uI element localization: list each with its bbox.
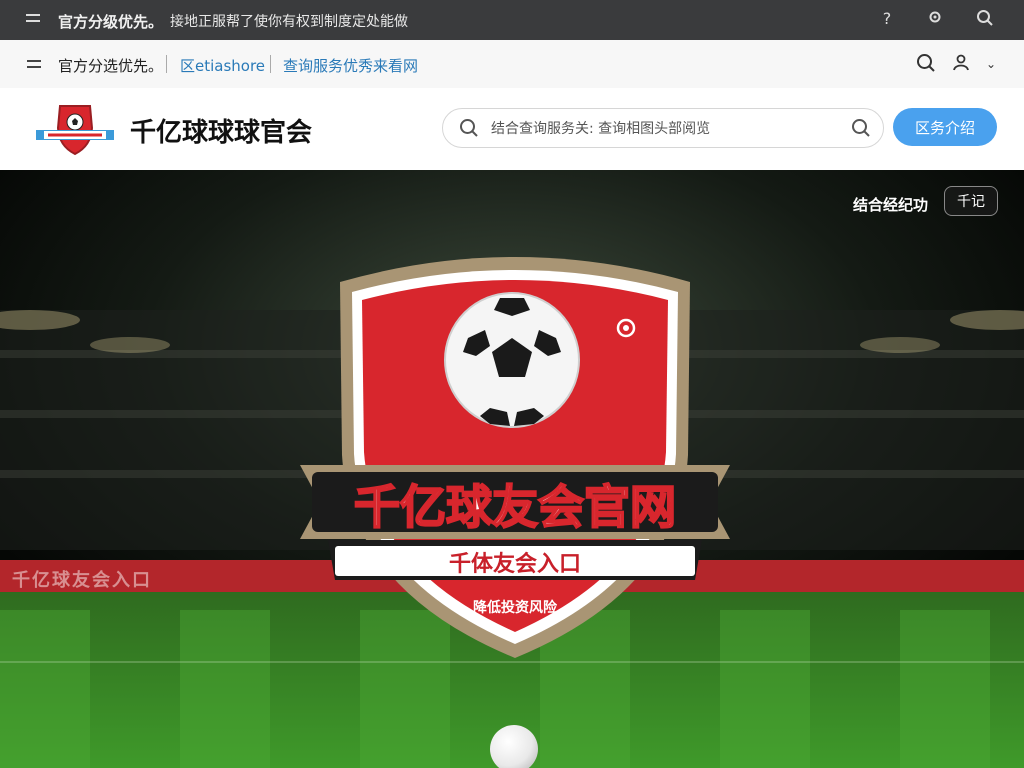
topbar-title: 官方分级优先。: [58, 13, 164, 31]
hero-ad-banner-text: 千亿球友会入口: [12, 570, 152, 591]
user-icon[interactable]: [950, 53, 972, 75]
nav-divider: [270, 55, 271, 73]
search-icon[interactable]: [915, 53, 937, 75]
nav-bar: 官方分选优先。 区etiashore 查询服务优秀来看网 ⌄: [0, 40, 1024, 89]
emblem-tagline: 降低投资风险: [473, 599, 558, 616]
nav-link-1[interactable]: 区etiashore: [180, 55, 265, 76]
search-icon[interactable]: [975, 9, 995, 29]
settings-icon[interactable]: [925, 9, 945, 29]
emblem-title: 千亿球友会官网: [354, 480, 676, 534]
nav-label: 官方分选优先。: [58, 57, 164, 75]
hero-link[interactable]: 结合经纪功: [853, 194, 928, 215]
menu-icon[interactable]: [26, 12, 42, 26]
soccer-ball-icon: [444, 292, 580, 428]
cta-button[interactable]: 区务介绍: [893, 108, 997, 146]
search-box[interactable]: [442, 108, 884, 148]
topbar-notice: 接地正服帮了使你有权到制度定处能做: [170, 14, 408, 30]
emblem-ribbon: 千体友会入口: [449, 551, 581, 577]
help-icon[interactable]: ?: [877, 9, 897, 29]
club-emblem: 千亿球友会官网 千体友会入口 降低投资风险: [300, 257, 730, 658]
soccer-ball: [490, 725, 538, 768]
nav-link-2[interactable]: 查询服务优秀来看网: [283, 55, 418, 76]
search-input[interactable]: [489, 115, 833, 143]
top-bar: 官方分级优先。 接地正服帮了使你有权到制度定处能做 ?: [0, 0, 1024, 40]
nav-divider: [166, 55, 167, 73]
search-icon: [459, 118, 479, 138]
hero-banner: 千亿球友会入口 结合经纪功 千记 千亿球友会官网 千体友会入口 降低投资风险: [0, 170, 1024, 768]
search-submit-icon[interactable]: [851, 118, 871, 138]
site-header: 千亿球球球官会 区务介绍: [0, 88, 1024, 170]
site-logo[interactable]: [34, 102, 116, 158]
site-title: 千亿球球球官会: [130, 118, 313, 148]
chevron-down-icon[interactable]: ⌄: [980, 53, 1002, 75]
hero-button[interactable]: 千记: [944, 186, 998, 216]
menu-icon[interactable]: [27, 58, 43, 72]
